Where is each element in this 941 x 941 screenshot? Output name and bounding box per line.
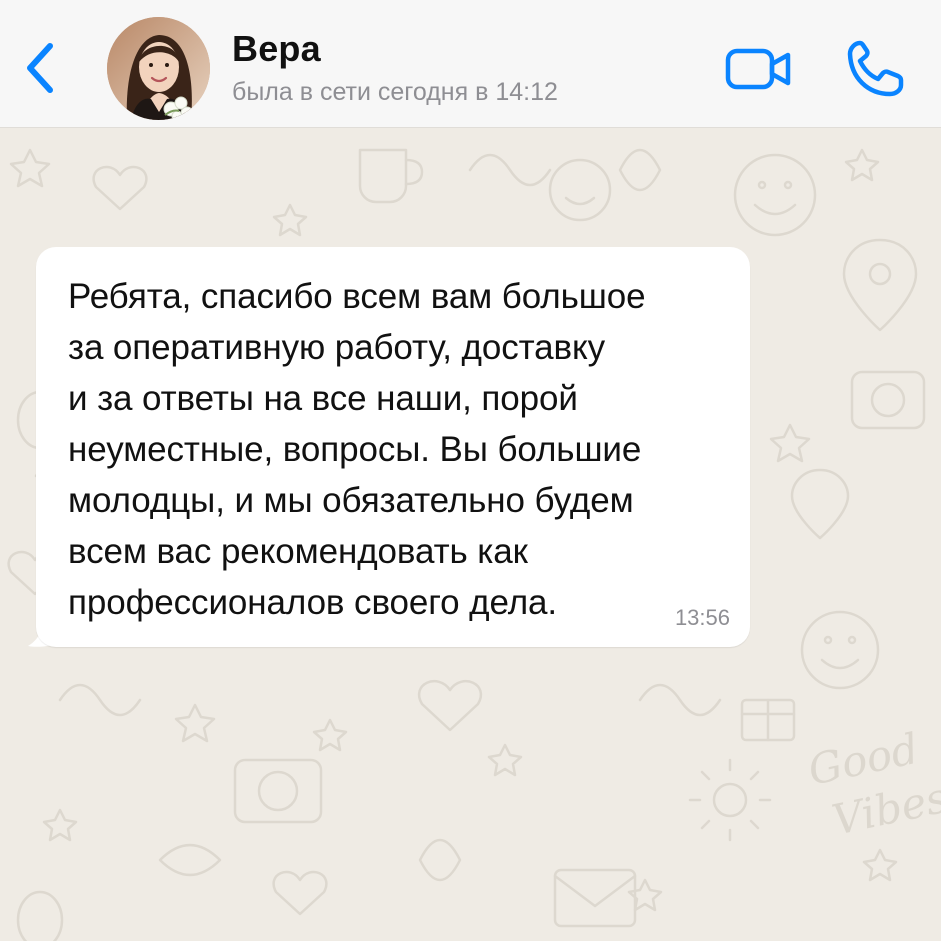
avatar[interactable]: [107, 17, 210, 120]
last-seen-status: была в сети сегодня в 14:12: [232, 78, 558, 106]
contact-photo: [107, 17, 210, 120]
chat-header: Вера была в сети сегодня в 14:12: [0, 0, 941, 128]
voice-call-button[interactable]: [842, 38, 906, 100]
chat-screen: Good Vibes Вера была в сети сегодня в 14…: [0, 0, 941, 941]
back-button[interactable]: [18, 38, 62, 98]
contact-name[interactable]: Вера: [232, 28, 321, 70]
video-camera-icon: [725, 48, 791, 90]
incoming-message-bubble[interactable]: Ребята, спасибо всем вам большое за опер…: [36, 247, 750, 647]
chevron-left-icon: [27, 43, 53, 93]
phone-icon: [847, 40, 904, 97]
video-call-button[interactable]: [724, 44, 794, 94]
message-text: Ребята, спасибо всем вам большое за опер…: [68, 277, 646, 622]
message-timestamp: 13:56: [674, 605, 730, 630]
